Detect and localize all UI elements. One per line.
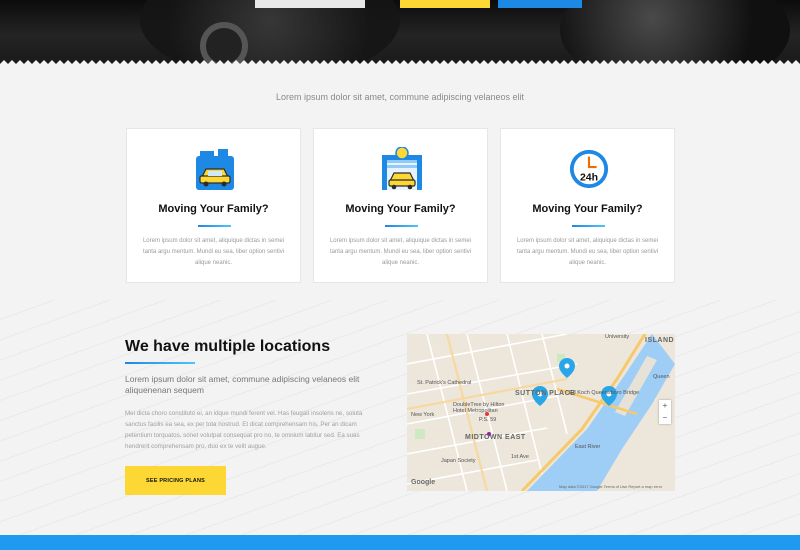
locations-underline: [125, 362, 195, 364]
section-intro-text: Lorem ipsum dolor sit amet, commune adip…: [275, 92, 525, 102]
svg-text:24h: 24h: [580, 171, 598, 183]
feature-title: Moving Your Family?: [158, 203, 269, 215]
title-underline: [198, 225, 231, 227]
hero-wheel: [200, 22, 248, 64]
hero-banner: [0, 0, 800, 64]
google-logo[interactable]: Google: [411, 479, 435, 486]
location-map[interactable]: SUTTON PLACE MIDTOWN EAST ISLAND Univers…: [407, 334, 675, 491]
map-label-university: University: [605, 334, 630, 340]
zoom-out-button[interactable]: −: [659, 412, 671, 424]
feature-card-1: Moving Your Family? Lorem ipsum dolor si…: [126, 128, 301, 283]
feature-body: Lorem ipsum dolor sit amet, aliquique di…: [516, 238, 659, 266]
title-underline: [572, 225, 605, 227]
24h-clock-icon: 24h: [569, 149, 609, 189]
map-label-ps59: P.S. 59: [479, 417, 497, 423]
map-label-doubletree: DoubleTree by Hilton Hotel Metropolitan: [453, 402, 505, 414]
map-label-st-patricks: St. Patrick's Cathedral: [417, 380, 472, 386]
map-pin[interactable]: [559, 358, 575, 378]
hero-car-wheel-area: [560, 0, 790, 64]
map-label-queensboro-bridge: Ed Koch Queensboro Bridge: [569, 390, 640, 396]
locations-body: Mei dicta choro constituto ei, an idque …: [125, 410, 363, 450]
map-label-midtown-east: MIDTOWN EAST: [465, 434, 526, 441]
map-label-1st-ave: 1st Ave: [511, 454, 529, 460]
map-label-east-river: East River: [575, 444, 601, 450]
car-wash-garage-icon: [382, 147, 422, 190]
footer-bar: [0, 535, 800, 550]
map-label-queens: Queen: [653, 374, 670, 380]
map-attribution[interactable]: Map data ©2017 Google Terms of Use Repor…: [559, 484, 662, 489]
map-canvas[interactable]: [407, 334, 675, 491]
hero-car-shadow: [140, 0, 400, 64]
map-zoom-control[interactable]: + −: [659, 400, 671, 424]
map-label-new-york: New York: [411, 412, 435, 418]
map-label-sutton-place: SUTTON PLACE: [515, 390, 576, 397]
hero-yellow-button[interactable]: [400, 0, 490, 8]
map-label-island: ISLAND: [645, 337, 675, 344]
feature-title: Moving Your Family?: [532, 203, 643, 215]
zigzag-divider: [0, 60, 800, 70]
feature-title: Moving Your Family?: [345, 203, 456, 215]
feature-body: Lorem ipsum dolor sit amet, aliquique di…: [329, 238, 472, 266]
see-pricing-plans-button[interactable]: SEE PRICING PLANS: [125, 466, 226, 495]
feature-card-3: 24h Moving Your Family? Lorem ipsum dolo…: [500, 128, 675, 283]
locations-title: We have multiple locations: [125, 338, 331, 355]
title-underline: [385, 225, 418, 227]
map-label-japan-society: Japan Society: [441, 458, 476, 464]
background-sketch: [0, 300, 800, 540]
hero-blue-button[interactable]: [498, 0, 582, 8]
locations-lead: Lorem ipsum dolor sit amet, commune adip…: [125, 374, 360, 395]
zoom-in-button[interactable]: +: [659, 400, 671, 412]
fuel-can-car-icon: [196, 149, 234, 190]
hero-white-button[interactable]: [255, 0, 365, 8]
feature-card-2: Moving Your Family? Lorem ipsum dolor si…: [313, 128, 488, 283]
feature-body: Lorem ipsum dolor sit amet, aliquique di…: [142, 238, 285, 266]
